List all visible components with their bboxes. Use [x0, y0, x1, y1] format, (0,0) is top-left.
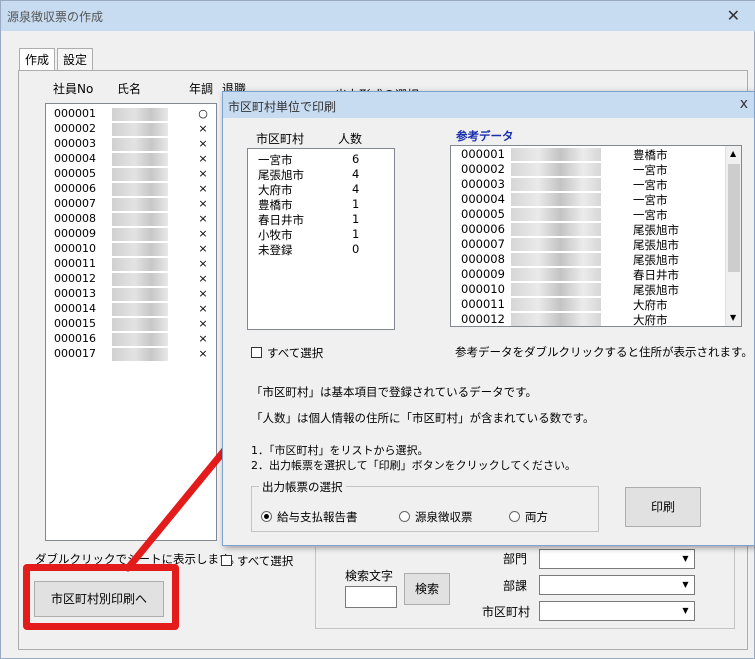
scroll-up-icon[interactable]: ▲: [730, 149, 736, 158]
ref-code: 000002: [461, 162, 505, 176]
city-name: 尾張旭市: [258, 168, 304, 182]
list-item[interactable]: 春日井市 1: [258, 212, 388, 227]
ref-code: 000009: [461, 267, 505, 281]
city-count: 0: [352, 242, 360, 256]
name-redacted: [511, 148, 601, 161]
city-count: 1: [352, 227, 360, 241]
name-redacted: [511, 283, 601, 296]
list-item[interactable]: 000010 尾張旭市: [461, 282, 721, 297]
city-count: 1: [352, 212, 360, 226]
dialog-title-bar: 市区町村単位で印刷 x: [223, 92, 754, 118]
name-redacted: [511, 223, 601, 236]
city-count: 4: [352, 182, 360, 196]
dialog-title: 市区町村単位で印刷: [228, 100, 337, 114]
dialog-select-all-label: すべて選択: [267, 346, 324, 360]
list-item[interactable]: 000005 一宮市: [461, 207, 721, 222]
ref-city: 尾張旭市: [633, 253, 679, 267]
city-name: 未登録: [258, 243, 293, 257]
name-redacted: [511, 253, 601, 266]
ref-city: 一宮市: [633, 178, 668, 192]
city-count: 4: [352, 167, 360, 181]
list-item[interactable]: 大府市 4: [258, 182, 388, 197]
list-item[interactable]: 一宮市 6: [258, 152, 388, 167]
radio-kyuyo[interactable]: [261, 511, 272, 522]
ref-code: 000005: [461, 207, 505, 221]
ref-city: 一宮市: [633, 208, 668, 222]
ref-city: 尾張旭市: [633, 223, 679, 237]
list-item[interactable]: 000008 尾張旭市: [461, 252, 721, 267]
ref-data-list[interactable]: 000001 豊橋市 000002 一宮市 000003 一宮市 000004 一宮市 0000…: [450, 145, 742, 327]
count-col-header: 人数: [338, 132, 363, 146]
name-redacted: [511, 268, 601, 281]
dialog-select-all-checkbox[interactable]: [251, 347, 262, 358]
ref-city: 尾張旭市: [633, 238, 679, 252]
ref-code: 000007: [461, 237, 505, 251]
list-item[interactable]: 000006 尾張旭市: [461, 222, 721, 237]
city-name: 春日井市: [258, 213, 304, 227]
close-icon[interactable]: x: [740, 96, 748, 112]
ref-city: 大府市: [633, 313, 668, 327]
note-count: 「人数」は個人情報の住所に「市区町村」が含まれている数です。: [251, 411, 595, 425]
ref-code: 000010: [461, 282, 505, 296]
name-redacted: [511, 298, 601, 311]
ref-city: 春日井市: [633, 268, 679, 282]
scrollbar[interactable]: ▲ ▼: [725, 146, 741, 326]
ref-city: 一宮市: [633, 163, 668, 177]
list-item[interactable]: 000007 尾張旭市: [461, 237, 721, 252]
ref-code: 000004: [461, 192, 505, 206]
ref-data-title: 参考データ: [456, 129, 514, 143]
name-redacted: [511, 193, 601, 206]
radio-gensen-label: 源泉徴収票: [415, 510, 473, 524]
arrow-shaft: [124, 436, 237, 572]
ref-city: 尾張旭市: [633, 283, 679, 297]
list-item[interactable]: 000002 一宮市: [461, 162, 721, 177]
ref-code: 000003: [461, 177, 505, 191]
print-button[interactable]: 印刷: [625, 487, 701, 527]
radio-both[interactable]: [509, 511, 520, 522]
list-item[interactable]: 豊橋市 1: [258, 197, 388, 212]
list-item[interactable]: 尾張旭市 4: [258, 167, 388, 182]
scroll-thumb[interactable]: [728, 164, 740, 272]
city-name: 豊橋市: [258, 198, 293, 212]
list-item[interactable]: 000011 大府市: [461, 297, 721, 312]
city-list[interactable]: 一宮市 6 尾張旭市 4 大府市 4 豊橋市 1 春日井市 1 小牧市 1 未登録 0: [247, 148, 395, 330]
name-redacted: [511, 208, 601, 221]
name-redacted: [511, 178, 601, 191]
city-col-header: 市区町村: [256, 132, 305, 146]
ref-code: 000006: [461, 222, 505, 236]
ref-code: 000012: [461, 312, 505, 326]
ref-code: 000008: [461, 252, 505, 266]
radio-kyuyo-label: 給与支払報告書: [277, 510, 358, 524]
list-item[interactable]: 000004 一宮市: [461, 192, 721, 207]
ref-hint: 参考データをダブルクリックすると住所が表示されます。: [455, 345, 753, 359]
list-item[interactable]: 000012 大府市: [461, 312, 721, 327]
ref-city: 豊橋市: [633, 148, 668, 162]
radio-both-label: 両方: [525, 510, 548, 524]
ref-city: 大府市: [633, 298, 668, 312]
city-print-dialog: 市区町村単位で印刷 x 市区町村 人数 一宮市 6 尾張旭市 4 大府市 4 豊橋市 1 春日井…: [222, 91, 755, 546]
city-name: 大府市: [258, 183, 293, 197]
city-count: 6: [352, 152, 360, 166]
step-1: 1．「市区町村」をリストから選択。: [251, 444, 429, 457]
list-item[interactable]: 000003 一宮市: [461, 177, 721, 192]
ref-city: 一宮市: [633, 193, 668, 207]
name-redacted: [511, 238, 601, 251]
name-redacted: [511, 313, 601, 326]
list-item[interactable]: 000009 春日井市: [461, 267, 721, 282]
city-count: 1: [352, 197, 360, 211]
name-redacted: [511, 163, 601, 176]
ref-code: 000011: [461, 297, 505, 311]
radio-gensen[interactable]: [399, 511, 410, 522]
ref-code: 000001: [461, 147, 505, 161]
scroll-down-icon[interactable]: ▼: [730, 313, 736, 322]
output-group-label: 出力帳票の選択: [259, 479, 346, 495]
list-item[interactable]: 未登録 0: [258, 242, 388, 257]
city-name: 一宮市: [258, 153, 293, 167]
step-2: 2．出力帳票を選択して「印刷」ボタンをクリックしてください。: [251, 459, 577, 472]
list-item[interactable]: 小牧市 1: [258, 227, 388, 242]
note-city: 「市区町村」は基本項目で登録されているデータです。: [251, 385, 538, 399]
city-name: 小牧市: [258, 228, 293, 242]
list-item[interactable]: 000001 豊橋市: [461, 147, 721, 162]
